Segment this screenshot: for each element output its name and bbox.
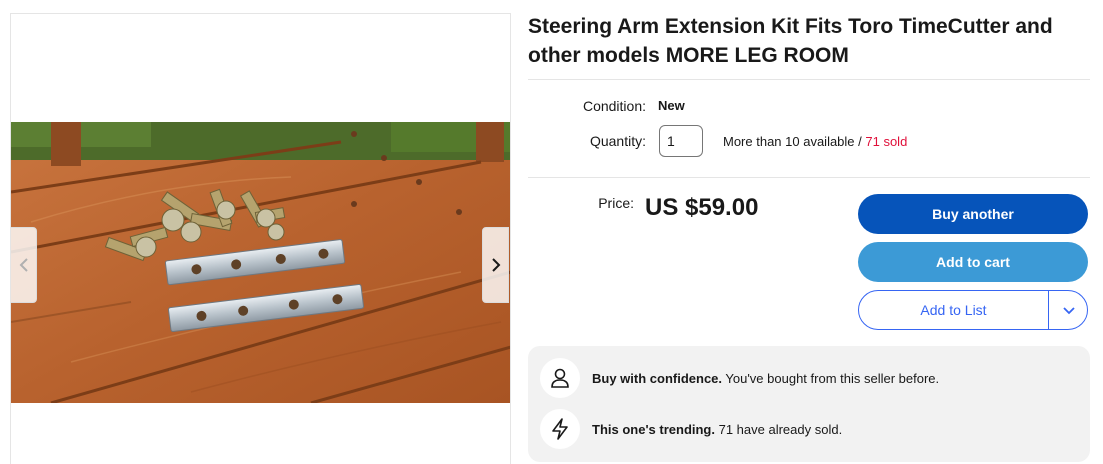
- gallery-prev-button[interactable]: [11, 227, 37, 303]
- image-gallery: [10, 13, 511, 464]
- perk-text: Buy with confidence. You've bought from …: [592, 371, 939, 386]
- add-to-list-button[interactable]: Add to List: [858, 290, 1088, 330]
- chevron-down-icon: [1062, 306, 1075, 314]
- gallery-next-button[interactable]: [482, 227, 509, 303]
- chevron-right-icon: [491, 258, 500, 272]
- condition-value: New: [658, 98, 685, 113]
- perk-trending: This one's trending. 71 have already sol…: [540, 409, 1080, 449]
- add-to-list-label: Add to List: [920, 302, 987, 318]
- add-to-cart-button[interactable]: Add to cart: [858, 242, 1088, 282]
- availability-text: More than 10 available / 71 sold: [723, 134, 907, 149]
- product-title: Steering Arm Extension Kit Fits Toro Tim…: [528, 15, 1053, 67]
- perk-body: 71 have already sold.: [715, 421, 843, 437]
- buy-another-button[interactable]: Buy another: [858, 194, 1088, 234]
- title-divider: [528, 79, 1090, 80]
- quantity-input[interactable]: [659, 125, 703, 157]
- lightning-icon: [540, 409, 580, 449]
- perk-body: You've bought from this seller before.: [722, 370, 940, 386]
- price-label: Price:: [598, 195, 634, 211]
- condition-label: Condition:: [582, 98, 646, 114]
- availability-count: More than 10 available /: [723, 134, 866, 149]
- perk-text: This one's trending. 71 have already sol…: [592, 422, 842, 437]
- add-to-list-dropdown[interactable]: [1049, 291, 1088, 329]
- perk-title: This one's trending.: [592, 421, 715, 437]
- confidence-panel: Buy with confidence. You've bought from …: [528, 346, 1090, 462]
- product-photo[interactable]: [11, 122, 511, 403]
- chevron-left-icon: [19, 258, 28, 272]
- details-divider: [528, 177, 1090, 178]
- perk-buy-with-confidence: Buy with confidence. You've bought from …: [540, 358, 1080, 398]
- price-value: US $59.00: [645, 194, 759, 221]
- person-icon: [540, 358, 580, 398]
- sold-count[interactable]: 71 sold: [865, 134, 907, 149]
- quantity-label: Quantity:: [589, 133, 646, 149]
- perk-title: Buy with confidence.: [592, 370, 723, 386]
